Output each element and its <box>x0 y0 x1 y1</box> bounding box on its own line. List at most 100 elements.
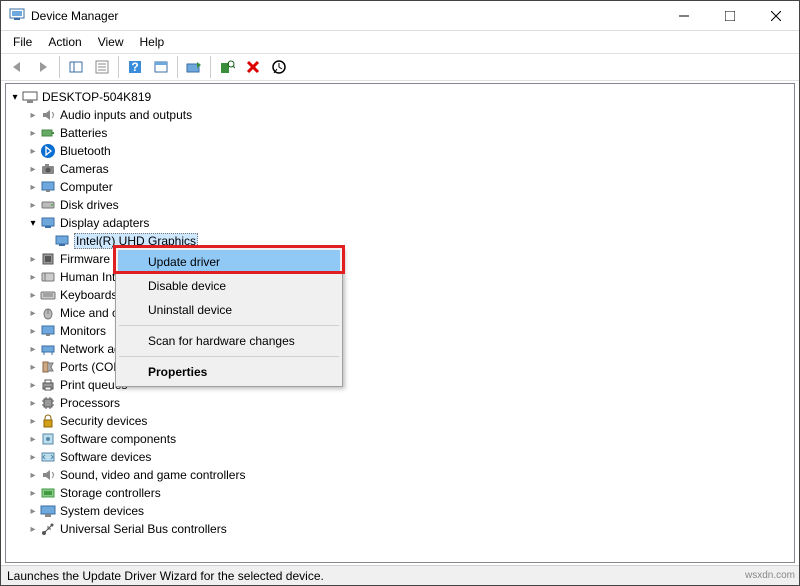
chevron-right-icon[interactable]: ▸ <box>26 524 40 535</box>
tree-item-audio[interactable]: ▸Audio inputs and outputs <box>8 106 792 124</box>
port-icon <box>40 359 56 375</box>
tree-item-sound[interactable]: ▸Sound, video and game controllers <box>8 466 792 484</box>
chevron-right-icon[interactable]: ▸ <box>26 488 40 499</box>
context-update-driver[interactable]: Update driver <box>118 250 340 274</box>
chevron-down-icon[interactable]: ▾ <box>8 92 22 103</box>
menu-action[interactable]: Action <box>40 33 89 51</box>
tree-item-display[interactable]: ▾Display adapters <box>8 214 792 232</box>
properties-button[interactable] <box>90 55 114 79</box>
tree-item-disk[interactable]: ▸Disk drives <box>8 196 792 214</box>
tree-root[interactable]: ▾ DESKTOP-504K819 <box>8 88 792 106</box>
tree-item-cameras[interactable]: ▸Cameras <box>8 160 792 178</box>
desktop-icon <box>40 179 56 195</box>
chevron-right-icon[interactable]: ▸ <box>26 452 40 463</box>
menu-file[interactable]: File <box>5 33 40 51</box>
chevron-right-icon[interactable]: ▸ <box>26 344 40 355</box>
app-icon <box>9 6 25 25</box>
software-device-icon <box>40 449 56 465</box>
network-icon <box>40 341 56 357</box>
tree-root-label: DESKTOP-504K819 <box>42 90 151 104</box>
display-adapter-icon <box>54 233 70 249</box>
chevron-right-icon[interactable]: ▸ <box>26 506 40 517</box>
firmware-icon <box>40 251 56 267</box>
storage-controller-icon <box>40 485 56 501</box>
chevron-right-icon[interactable]: ▸ <box>26 164 40 175</box>
context-separator <box>119 356 339 357</box>
tree-item-bluetooth[interactable]: ▸Bluetooth <box>8 142 792 160</box>
cpu-icon <box>40 395 56 411</box>
close-button[interactable] <box>753 1 799 31</box>
chevron-right-icon[interactable]: ▸ <box>26 434 40 445</box>
svg-text:?: ? <box>131 60 138 74</box>
chevron-right-icon[interactable]: ▸ <box>26 128 40 139</box>
status-bar: Launches the Update Driver Wizard for th… <box>1 565 799 585</box>
keyboard-icon <box>40 287 56 303</box>
context-separator <box>119 325 339 326</box>
watermark: wsxdn.com <box>745 570 795 581</box>
chevron-right-icon[interactable]: ▸ <box>26 380 40 391</box>
chevron-down-icon[interactable]: ▾ <box>26 218 40 229</box>
speaker-icon <box>40 467 56 483</box>
chevron-right-icon[interactable]: ▸ <box>26 326 40 337</box>
maximize-button[interactable] <box>707 1 753 31</box>
disk-icon <box>40 197 56 213</box>
tree-item-batteries[interactable]: ▸Batteries <box>8 124 792 142</box>
computer-icon <box>22 89 38 105</box>
mouse-icon <box>40 305 56 321</box>
system-device-icon <box>40 503 56 519</box>
chevron-right-icon[interactable]: ▸ <box>26 398 40 409</box>
tree-item-storage[interactable]: ▸Storage controllers <box>8 484 792 502</box>
back-button[interactable] <box>5 55 29 79</box>
chevron-right-icon[interactable]: ▸ <box>26 416 40 427</box>
chevron-right-icon[interactable]: ▸ <box>26 146 40 157</box>
menu-help[interactable]: Help <box>132 33 173 51</box>
status-text: Launches the Update Driver Wizard for th… <box>7 569 324 583</box>
chevron-right-icon[interactable]: ▸ <box>26 254 40 265</box>
context-uninstall-device[interactable]: Uninstall device <box>118 298 340 322</box>
context-properties[interactable]: Properties <box>118 360 340 384</box>
uninstall-button[interactable] <box>241 55 265 79</box>
toolbar: ? <box>1 53 799 81</box>
chevron-right-icon[interactable]: ▸ <box>26 182 40 193</box>
context-disable-device[interactable]: Disable device <box>118 274 340 298</box>
help-button[interactable]: ? <box>123 55 147 79</box>
context-menu: Update driver Disable device Uninstall d… <box>115 247 343 387</box>
chevron-right-icon[interactable]: ▸ <box>26 110 40 121</box>
tree-item-swdev[interactable]: ▸Software devices <box>8 448 792 466</box>
tree-item-system[interactable]: ▸System devices <box>8 502 792 520</box>
title-bar: Device Manager <box>1 1 799 31</box>
chevron-right-icon[interactable]: ▸ <box>26 200 40 211</box>
monitor-icon <box>40 323 56 339</box>
tree-item-swcomp[interactable]: ▸Software components <box>8 430 792 448</box>
tree-item-computer[interactable]: ▸Computer <box>8 178 792 196</box>
chevron-right-icon[interactable]: ▸ <box>26 362 40 373</box>
display-adapter-icon <box>40 215 56 231</box>
chevron-right-icon[interactable]: ▸ <box>26 308 40 319</box>
menu-view[interactable]: View <box>90 33 132 51</box>
context-scan-hardware[interactable]: Scan for hardware changes <box>118 329 340 353</box>
tree-item-usb[interactable]: ▸Universal Serial Bus controllers <box>8 520 792 538</box>
view-options-button[interactable] <box>149 55 173 79</box>
chevron-right-icon[interactable]: ▸ <box>26 272 40 283</box>
forward-button[interactable] <box>31 55 55 79</box>
printer-icon <box>40 377 56 393</box>
speaker-icon <box>40 107 56 123</box>
scan-hardware-button[interactable] <box>215 55 239 79</box>
chevron-right-icon[interactable]: ▸ <box>26 470 40 481</box>
usb-icon <box>40 521 56 537</box>
bluetooth-icon <box>40 143 56 159</box>
software-component-icon <box>40 431 56 447</box>
tree-item-processors[interactable]: ▸Processors <box>8 394 792 412</box>
show-hide-tree-button[interactable] <box>64 55 88 79</box>
menu-bar: File Action View Help <box>1 31 799 53</box>
chevron-right-icon[interactable]: ▸ <box>26 290 40 301</box>
lock-icon <box>40 413 56 429</box>
minimize-button[interactable] <box>661 1 707 31</box>
camera-icon <box>40 161 56 177</box>
disable-button[interactable] <box>267 55 291 79</box>
window-title: Device Manager <box>31 9 118 23</box>
tree-item-security[interactable]: ▸Security devices <box>8 412 792 430</box>
battery-icon <box>40 125 56 141</box>
update-driver-button[interactable] <box>182 55 206 79</box>
hid-icon <box>40 269 56 285</box>
